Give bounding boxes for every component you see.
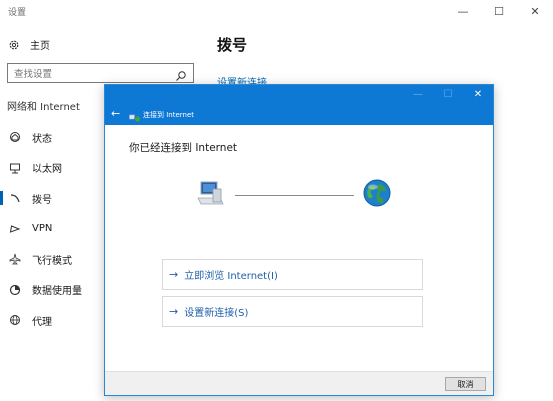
dialup-icon <box>9 192 21 204</box>
sidebar-item-label: VPN <box>32 223 53 235</box>
sidebar-item-label: 代理 <box>32 316 52 328</box>
dialog-close-button[interactable]: ✕ <box>463 85 493 104</box>
search-input[interactable] <box>14 67 174 81</box>
dialog-minimize-button[interactable]: — <box>403 85 433 104</box>
browse-internet-label: 立即浏览 Internet(I) <box>184 271 278 282</box>
dialog-footer: 取消 <box>105 371 493 395</box>
page-title: 拨号 <box>217 36 248 54</box>
dialog-titlebar: — ☐ ✕ ← 连接到 Internet <box>105 85 493 125</box>
dialog-maximize-button[interactable]: ☐ <box>433 85 463 104</box>
airplane-icon <box>9 253 21 265</box>
sidebar-item-label: 数据使用量 <box>32 286 82 298</box>
window-title: 设置 <box>8 8 27 18</box>
arrow-right-icon: → <box>169 305 179 318</box>
home-globe-icon <box>9 131 21 143</box>
vpn-icon <box>9 223 21 235</box>
network-connection-icon <box>129 109 141 123</box>
dialog-title: 连接到 Internet <box>143 111 195 119</box>
cancel-button[interactable]: 取消 <box>445 377 486 391</box>
back-arrow-icon[interactable]: ← <box>111 108 120 119</box>
ethernet-icon <box>9 162 21 174</box>
sidebar-item-label: 以太网 <box>32 164 62 176</box>
sidebar-item-label: 状态 <box>32 133 52 145</box>
internet-globe-icon <box>362 178 392 208</box>
connect-dialog: — ☐ ✕ ← 连接到 Internet 你已经连接到 Internet → 立… <box>104 84 494 396</box>
gear-icon <box>8 39 20 51</box>
setup-connection-option[interactable]: → 设置新连接(S) <box>162 296 423 327</box>
maximize-button[interactable]: ☐ <box>481 0 517 22</box>
sidebar-item-label: 拨号 <box>32 194 52 206</box>
minimize-button[interactable]: — <box>445 0 481 22</box>
computer-icon <box>195 180 225 208</box>
nav-home-label: 主页 <box>30 41 50 52</box>
search-box[interactable] <box>7 63 194 83</box>
settings-titlebar: 设置 — ☐ ✕ <box>0 0 553 22</box>
globe-icon <box>9 314 21 326</box>
sidebar-item-label: 飞行模式 <box>32 255 72 267</box>
close-button[interactable]: ✕ <box>517 0 553 22</box>
nav-section-title: 网络和 Internet <box>7 102 80 113</box>
browse-internet-option[interactable]: → 立即浏览 Internet(I) <box>162 259 423 290</box>
setup-connection-label: 设置新连接(S) <box>184 308 249 319</box>
window-controls: — ☐ ✕ <box>445 0 553 22</box>
data-usage-icon <box>9 284 21 296</box>
dialog-heading: 你已经连接到 Internet <box>129 142 238 154</box>
dialog-window-controls: — ☐ ✕ <box>403 85 493 104</box>
search-icon[interactable] <box>175 67 187 81</box>
connection-line <box>235 195 354 196</box>
arrow-right-icon: → <box>169 268 179 281</box>
nav-home[interactable]: 主页 <box>8 37 50 52</box>
